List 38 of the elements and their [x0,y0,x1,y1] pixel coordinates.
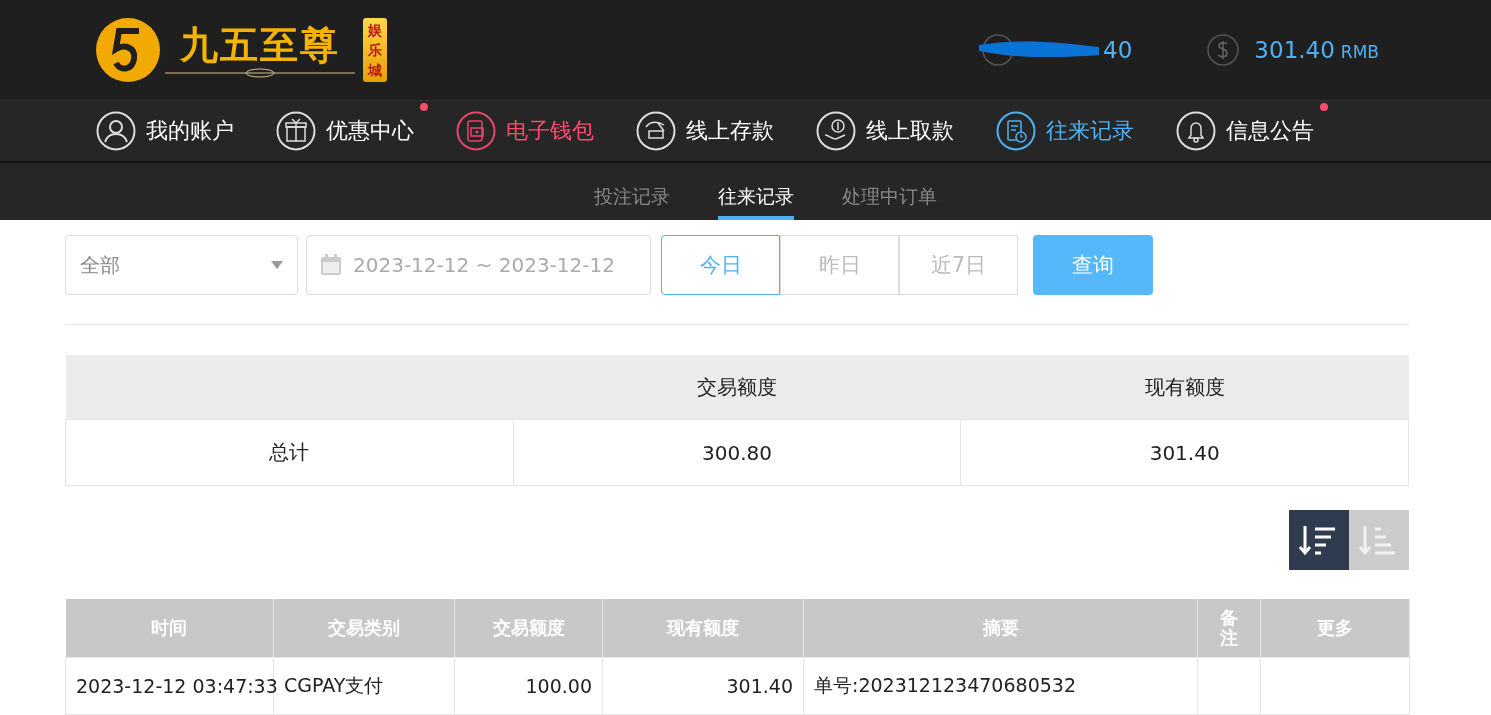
currency: RMB [1340,42,1379,62]
bell-icon [1176,111,1216,151]
logo-text: 九五至尊 [180,22,340,68]
gift-icon [276,111,316,151]
username: 40 [1103,37,1133,63]
sub-tab[interactable]: 处理中订单 [842,163,937,220]
nav-item[interactable]: 往来记录 [996,111,1134,151]
dollar-icon [1206,33,1241,67]
table-cell: 300.80 [513,419,961,486]
type-select[interactable]: 全部 [65,235,298,295]
balance: 301.40 [1254,37,1335,63]
wallet-icon [456,111,496,151]
nav-item[interactable]: 线上取款 [816,111,954,151]
table-cell: 总计 [65,419,514,486]
table-cell: 2023-12-12 03:47:33 [76,675,278,697]
logo-badge: 娱乐城 [363,18,387,82]
table-cell: 301.40 [726,675,793,697]
sub-tab[interactable]: 往来记录 [718,163,794,220]
deposit-icon [636,111,676,151]
table-cell: 单号:202312123470680532 [814,674,1076,696]
column-header: 现有额度 [960,355,1409,420]
logo-emblem-icon [95,17,161,83]
sub-tab[interactable]: 投注记录 [594,163,670,220]
table-cell: 100.00 [525,675,592,697]
nav-item[interactable]: 信息公告 [1176,111,1314,151]
user-icon [96,111,136,151]
caret-icon [271,261,283,269]
calendar-icon [319,253,343,277]
nav-item[interactable]: 优惠中心 [276,111,414,151]
sort-descending-button[interactable] [1289,510,1349,570]
table-cell: 301.40 [960,419,1409,486]
column-header: 交易额度 [513,355,961,420]
nav-item[interactable]: 我的账户 [96,111,234,151]
table-cell: CGPAY支付 [284,674,384,696]
records-icon [996,111,1036,151]
nav-item[interactable]: 电子钱包 [456,111,594,151]
nav-item[interactable]: 线上存款 [636,111,774,151]
withdraw-icon [816,111,856,151]
